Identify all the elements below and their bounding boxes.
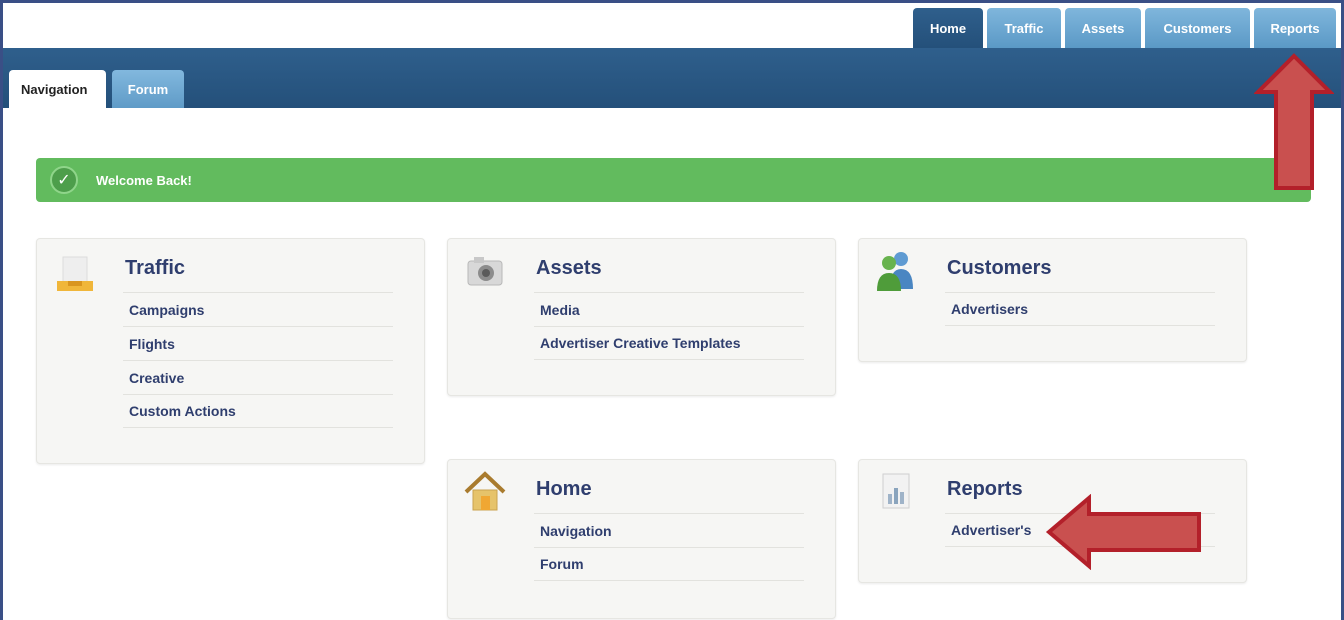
reports-card-title: Reports <box>947 478 1023 500</box>
assets-card: Assets Media Advertiser Creative Templat… <box>447 238 836 396</box>
check-circle-icon: ✓ <box>50 166 78 194</box>
link-creative[interactable]: Creative <box>123 360 393 394</box>
link-campaigns[interactable]: Campaigns <box>123 292 393 326</box>
link-advertisers[interactable]: Advertisers <box>945 292 1215 326</box>
tab-assets[interactable]: Assets <box>1065 8 1141 48</box>
assets-card-title: Assets <box>536 257 602 279</box>
house-icon <box>464 471 506 511</box>
sub-nav-tabs: Navigation Forum <box>9 70 184 108</box>
assets-link-list: Media Advertiser Creative Templates <box>534 292 804 360</box>
customers-card-title: Customers <box>947 257 1052 279</box>
tab-customers[interactable]: Customers <box>1145 8 1250 48</box>
welcome-alert: ✓ Welcome Back! <box>36 158 1311 202</box>
welcome-message: Welcome Back! <box>96 172 192 188</box>
traffic-card-title: Traffic <box>125 257 186 279</box>
link-flights[interactable]: Flights <box>123 326 393 360</box>
top-nav-tabs: Home Traffic Assets Customers Reports <box>913 8 1336 48</box>
home-card-title: Home <box>536 478 592 500</box>
customers-card: Customers Advertisers <box>858 238 1247 362</box>
home-card: Home Navigation Forum <box>447 459 836 619</box>
users-icon <box>877 252 913 291</box>
traffic-link-list: Campaigns Flights Creative Custom Action… <box>123 292 393 428</box>
tab-reports[interactable]: Reports <box>1254 8 1336 48</box>
tab-traffic[interactable]: Traffic <box>987 8 1061 48</box>
link-custom-actions[interactable]: Custom Actions <box>123 394 393 428</box>
subtab-navigation[interactable]: Navigation <box>9 70 106 108</box>
annotation-up-arrow <box>1254 53 1334 190</box>
link-media[interactable]: Media <box>534 292 804 326</box>
bar-chart-document-icon <box>882 473 910 509</box>
tab-home[interactable]: Home <box>913 8 983 48</box>
link-navigation[interactable]: Navigation <box>534 513 804 547</box>
link-forum[interactable]: Forum <box>534 547 804 581</box>
inbox-tray-icon <box>57 256 93 291</box>
header-band <box>3 48 1341 108</box>
home-link-list: Navigation Forum <box>534 513 804 581</box>
traffic-card: Traffic Campaigns Flights Creative Custo… <box>36 238 425 464</box>
link-advertiser-creative-templates[interactable]: Advertiser Creative Templates <box>534 326 804 360</box>
camera-icon <box>467 257 503 286</box>
annotation-left-arrow <box>1045 494 1201 570</box>
customers-link-list: Advertisers <box>945 292 1215 326</box>
subtab-forum[interactable]: Forum <box>112 70 184 108</box>
